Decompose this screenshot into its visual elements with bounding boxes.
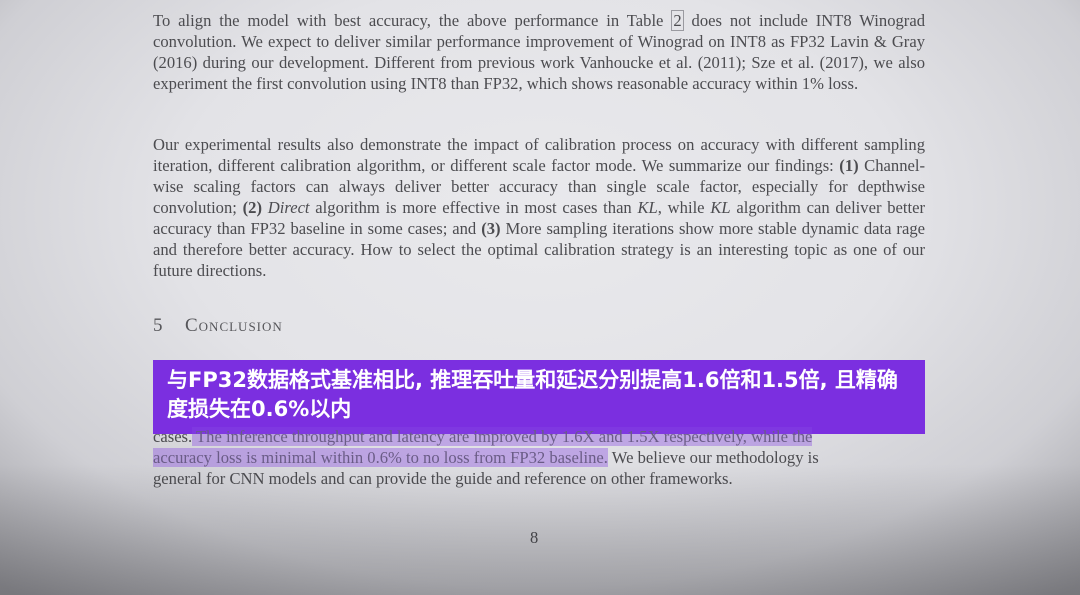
finding-number: (3) [481,219,501,238]
paragraph-performance-notes: To align the model with best accuracy, t… [153,10,925,94]
algorithm-name: KL [710,198,731,217]
translation-line-2: 度损失在0.6%以内 [167,397,352,421]
translation-banner: 与FP32数据格式基准相比, 推理吞吐量和延迟分别提高1.6倍和1.5倍, 且精… [153,360,925,434]
finding-number: (1) [839,156,859,175]
translation-line-1: 与FP32数据格式基准相比, 推理吞吐量和延迟分别提高1.6倍和1.5倍, 且精… [167,368,898,392]
text-line: cases. The inference throughput and late… [153,426,925,447]
plain-text: cases. [153,427,193,446]
section-title: Conclusion [185,315,283,336]
paragraph-text-part: , while [657,198,711,217]
paragraph-text-part: To align the model with best accuracy, t… [153,11,672,30]
finding-number: (2) [242,198,262,217]
highlighted-text[interactable]: accuracy loss is minimal within 0.6% to … [153,448,608,467]
paragraph-conclusion: cases. The inference throughput and late… [153,426,925,489]
section-number: 5 [153,315,163,336]
text-line: accuracy loss is minimal within 0.6% to … [153,447,925,468]
highlighted-text[interactable]: The inference throughput and latency are… [192,427,813,446]
algorithm-name: Direct [267,198,310,217]
paragraph-text-part: Our experimental results also demonstrat… [153,135,925,175]
plain-text: We believe our methodology is [607,448,819,467]
paragraph-text: To align the model with best accuracy, t… [153,10,925,94]
page-number: 8 [530,528,539,547]
text-line: general for CNN models and can provide t… [153,469,733,488]
algorithm-name: KL [637,198,658,217]
paragraph-text-part: algorithm is more effective in most case… [309,198,638,217]
paragraph-calibration-findings: Our experimental results also demonstrat… [153,134,925,281]
table-reference-link[interactable]: 2 [671,10,684,31]
paragraph-text: Our experimental results also demonstrat… [153,134,925,281]
section-heading: 5 Conclusion [153,315,283,337]
